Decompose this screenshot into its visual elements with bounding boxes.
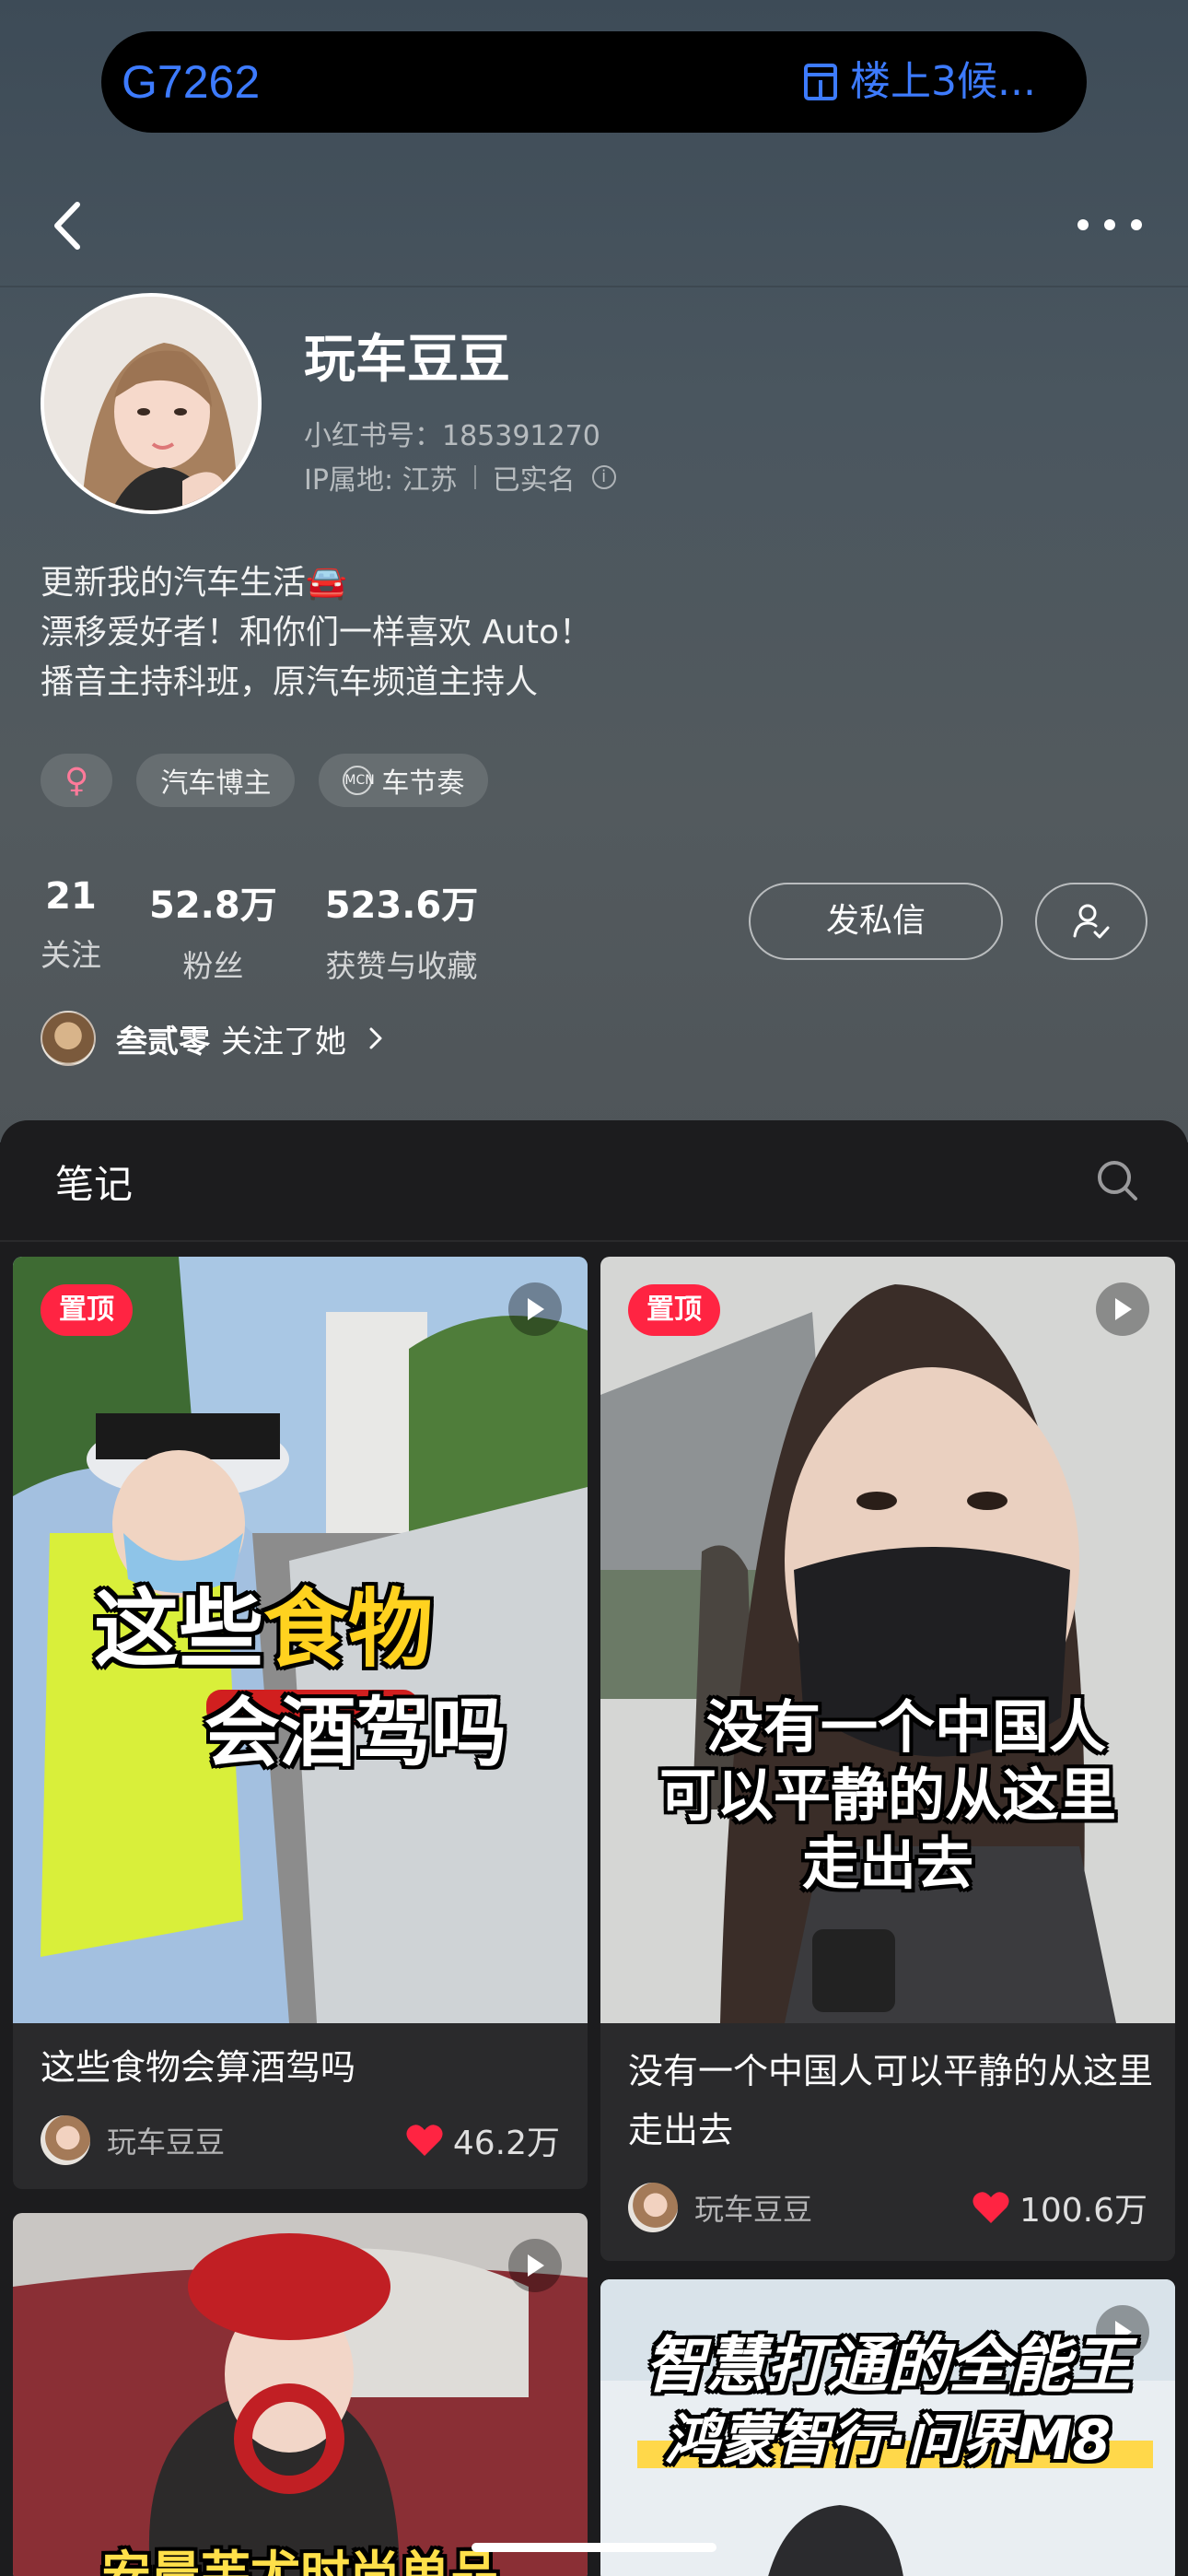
station-text: 楼上3候...	[850, 58, 1036, 105]
stat-number: 21	[45, 875, 97, 918]
dot-icon	[1104, 219, 1115, 230]
stat-likes-collects[interactable]: 523.6万 获赞与收藏	[325, 875, 479, 986]
gender-tag: ♀	[41, 754, 113, 807]
info-icon[interactable]: i	[591, 465, 616, 489]
female-icon: ♀	[64, 761, 89, 800]
cover-caption: 鸿蒙智行·问界M8	[664, 2408, 1112, 2473]
search-button[interactable]	[1094, 1157, 1140, 1203]
profile-id[interactable]: 小红书号：185391270	[304, 413, 600, 453]
following-status-button[interactable]	[1035, 883, 1147, 960]
cover-caption: 走出去	[801, 1830, 973, 1897]
notes-panel: 笔记 置顶 这些食物 会酒驾吗 这些食物会算酒驾吗 玩车豆豆 46.2万 置顶 …	[0, 1120, 1188, 2576]
tab-notes[interactable]: 笔记	[55, 1153, 133, 1210]
more-options-button[interactable]	[1077, 219, 1142, 234]
heart-icon	[406, 2125, 443, 2156]
like-button[interactable]: 100.6万	[972, 2184, 1147, 2231]
heart-icon	[973, 2192, 1009, 2223]
like-count: 46.2万	[452, 2125, 560, 2162]
user-check-icon	[1073, 904, 1110, 939]
pinned-badge: 置顶	[628, 1284, 720, 1336]
author-avatar	[628, 2183, 678, 2232]
note-title: 没有一个中国人可以平静的从这里走出去	[628, 2051, 1154, 2150]
pinned-badge: 置顶	[41, 1284, 133, 1336]
station-info: 楼上3候...	[802, 31, 1036, 133]
role-tag-label: 汽车博主	[160, 767, 272, 800]
author-avatar	[41, 2115, 90, 2165]
search-icon	[1098, 1161, 1137, 1200]
cover-caption: 智慧打通的全能王	[645, 2330, 1131, 2401]
notes-divider	[0, 1240, 1188, 1242]
like-count: 100.6万	[1019, 2192, 1147, 2230]
play-icon	[1115, 1298, 1132, 1320]
note-card[interactable]: 置顶 没有一个中国人 可以平静的从这里 走出去 没有一个中国人可以平静的从这里走…	[600, 1257, 1175, 2261]
like-button[interactable]: 46.2万	[405, 2116, 560, 2164]
mutual-follow-row[interactable]: 叁贰零 关注了她	[41, 1011, 385, 1066]
avatar-illustration	[44, 297, 258, 510]
back-button[interactable]	[44, 193, 90, 258]
home-indicator[interactable]	[472, 2543, 716, 2552]
role-tag[interactable]: 汽车博主	[136, 754, 296, 807]
note-cover-image	[600, 1257, 1175, 2023]
mutual-text: 关注了她	[221, 1023, 346, 1060]
topbar-divider	[0, 286, 1188, 287]
note-author: 玩车豆豆	[107, 2125, 226, 2160]
cover-caption: 会酒驾吗	[204, 1690, 507, 1777]
train-number: G7262	[122, 56, 261, 108]
note-author: 玩车豆豆	[694, 2192, 813, 2227]
mcn-tag[interactable]: MCN 车节奏	[319, 754, 489, 807]
gate-icon	[804, 64, 838, 100]
dynamic-island-live-activity[interactable]: G7262 楼上3候...	[101, 31, 1087, 133]
profile-stats: 21 关注 52.8万 粉丝 523.6万 获赞与收藏	[41, 875, 526, 986]
cover-caption-part: 这些	[93, 1580, 263, 1679]
note-meta: 玩车豆豆 46.2万	[41, 2115, 560, 2165]
profile-avatar[interactable]	[41, 293, 262, 514]
stat-number: 523.6万	[324, 884, 479, 927]
stat-following[interactable]: 21 关注	[41, 875, 101, 986]
stat-number: 52.8万	[149, 884, 277, 927]
cover-caption-highlight: 食物	[263, 1580, 434, 1679]
video-play-badge	[508, 1282, 562, 1336]
video-play-badge	[1096, 1282, 1149, 1336]
bio-line: 播音主持科班，原汽车频道主持人	[41, 663, 539, 701]
note-card[interactable]: 置顶 这些食物 会酒驾吗 这些食物会算酒驾吗 玩车豆豆 46.2万	[13, 1257, 588, 2189]
stat-label: 获赞与收藏	[325, 948, 478, 984]
verified-label: 已实名	[492, 464, 576, 497]
ip-location: IP属地: 江苏	[304, 464, 458, 497]
note-card[interactable]: 安晨芙尤时尚单品	[13, 2213, 588, 2576]
chevron-right-icon	[369, 1027, 382, 1049]
play-icon	[528, 1298, 544, 1320]
cover-caption: 安晨芙尤时尚单品	[101, 2546, 499, 2576]
bio-line: 漂移爱好者！和你们一样喜欢 Auto！	[41, 614, 593, 651]
mcn-icon: MCN	[343, 766, 375, 795]
play-icon	[528, 2254, 544, 2277]
send-message-button[interactable]: 发私信	[749, 883, 1003, 960]
mcn-tag-label: 车节奏	[381, 767, 465, 800]
stat-label: 关注	[41, 937, 101, 973]
dot-icon	[1131, 219, 1142, 230]
chevron-left-icon	[54, 202, 80, 250]
mutual-name: 叁贰零	[116, 1023, 210, 1060]
note-card[interactable]: 智慧打通的全能王 鸿蒙智行·问界M8	[600, 2279, 1175, 2576]
video-play-badge	[508, 2239, 562, 2292]
mutual-avatar	[41, 1011, 96, 1066]
profile-bio: 更新我的汽车生活🚘 漂移爱好者！和你们一样喜欢 Auto！ 播音主持科班，原汽车…	[41, 558, 592, 708]
ip-location-line: IP属地: 江苏 已实名 i	[304, 457, 616, 498]
cover-caption: 这些食物	[13, 1561, 551, 1683]
bio-line: 更新我的汽车生活🚘	[41, 564, 347, 602]
dot-icon	[1077, 219, 1089, 230]
separator	[473, 465, 476, 489]
profile-tags: ♀ 汽车博主 MCN 车节奏	[41, 754, 489, 807]
note-cover-image	[13, 2213, 588, 2576]
profile-nickname: 玩车豆豆	[304, 330, 510, 390]
note-title: 这些食物会算酒驾吗	[41, 2047, 356, 2088]
stat-fans[interactable]: 52.8万 粉丝	[149, 875, 277, 986]
note-meta: 玩车豆豆 100.6万	[628, 2183, 1147, 2232]
stat-label: 粉丝	[182, 948, 244, 984]
